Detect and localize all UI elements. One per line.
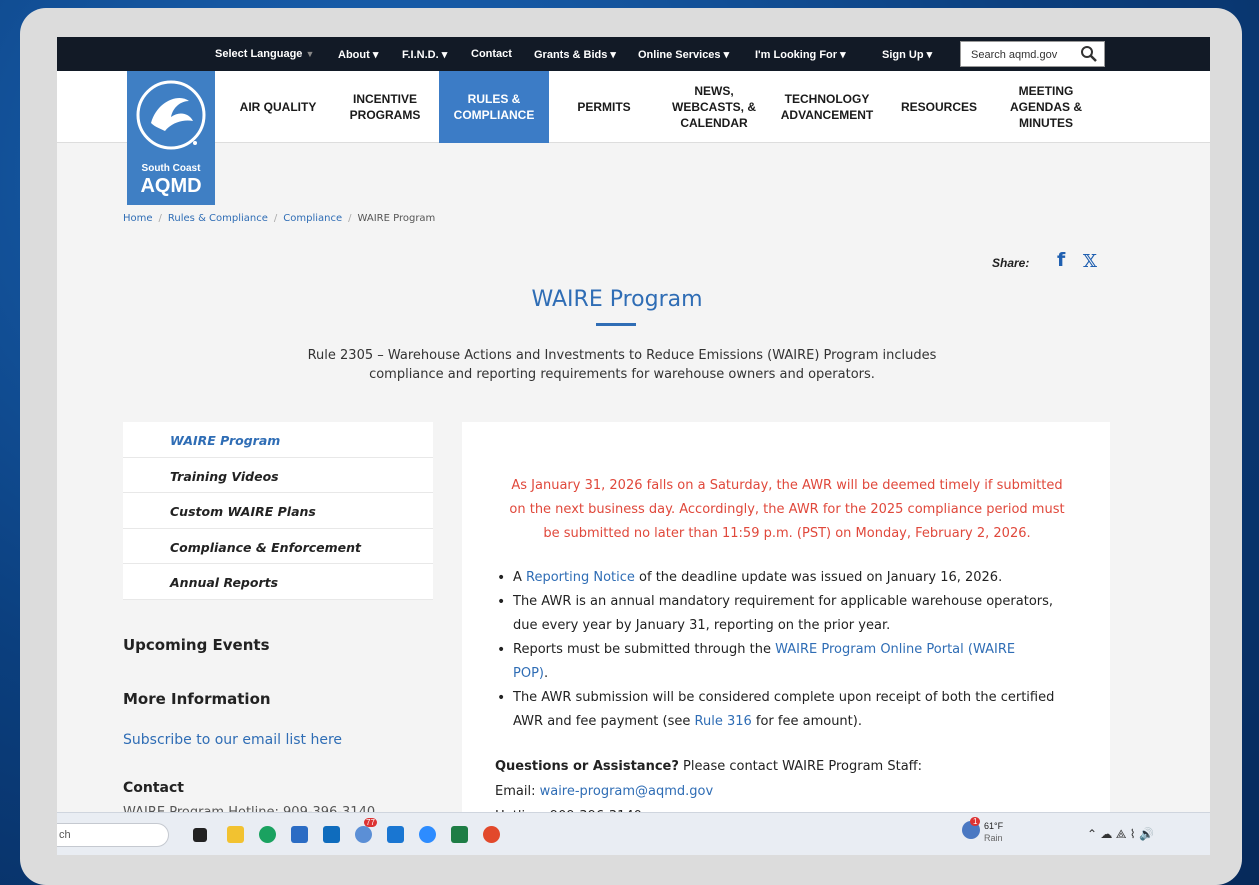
looking-for-menu[interactable]: I'm Looking For ▾: [755, 48, 846, 61]
nav-technology-advancement[interactable]: TECHNOLOGY ADVANCEMENT: [769, 71, 885, 143]
page-intro: Rule 2305 – Warehouse Actions and Invest…: [307, 348, 937, 382]
list-item: The AWR submission will be considered co…: [495, 686, 1085, 734]
info-bullet-list: A Reporting Notice of the deadline updat…: [495, 566, 1085, 734]
notification-badge: 77: [364, 818, 377, 827]
nav-resources[interactable]: RESOURCES: [889, 71, 989, 143]
edge-browser-icon[interactable]: [259, 826, 276, 843]
weather-temperature: 61°F: [984, 821, 1004, 831]
breadcrumb-home[interactable]: Home: [123, 213, 153, 224]
page-title: WAIRE Program: [531, 287, 703, 312]
reporting-notice-link[interactable]: Reporting Notice: [526, 570, 635, 585]
store-icon[interactable]: [291, 826, 308, 843]
nav-air-quality[interactable]: AIR QUALITY: [223, 71, 333, 143]
nav-news-webcasts-calendar[interactable]: NEWS, WEBCASTS, & CALENDAR: [659, 71, 769, 143]
side-item-compliance-enforcement[interactable]: Compliance & Enforcement: [123, 529, 433, 564]
share-label: Share:: [992, 256, 1030, 270]
chrome-icon[interactable]: [483, 826, 500, 843]
breadcrumb: Home / Rules & Compliance / Compliance / WAIRE…: [123, 213, 436, 224]
nav-incentive-programs[interactable]: INCENTIVE PROGRAMS: [333, 71, 437, 143]
task-view-icon[interactable]: [193, 828, 207, 842]
side-item-waire-program[interactable]: WAIRE Program: [123, 422, 433, 458]
taskbar-search-input[interactable]: ch: [57, 823, 169, 847]
search-icon[interactable]: [1080, 45, 1098, 63]
aqmd-logo[interactable]: South Coast AQMD: [127, 71, 215, 205]
select-language-menu[interactable]: Select Language ▼: [215, 48, 314, 60]
bird-emblem-icon: [136, 80, 206, 150]
weather-alert-badge: 1: [970, 817, 981, 826]
more-information-heading: More Information: [123, 690, 271, 708]
site-search-input[interactable]: Search aqmd.gov: [960, 41, 1105, 67]
browser-viewport: Select Language ▼ About ▾ F.I.N.D. ▾ Con…: [57, 37, 1210, 855]
weather-condition: Rain: [984, 833, 1003, 843]
list-item: A Reporting Notice of the deadline updat…: [495, 566, 1085, 590]
facebook-icon[interactable]: f: [1057, 249, 1065, 271]
side-item-training-videos[interactable]: Training Videos: [123, 458, 433, 493]
email-link[interactable]: waire-program@aqmd.gov: [540, 784, 714, 799]
sign-up-menu[interactable]: Sign Up ▾: [882, 48, 932, 61]
side-item-custom-waire-plans[interactable]: Custom WAIRE Plans: [123, 493, 433, 529]
nav-meeting-agendas-minutes[interactable]: MEETING AGENDAS & MINUTES: [991, 71, 1101, 143]
list-item: Reports must be submitted through the WA…: [495, 638, 1085, 686]
system-tray-icons[interactable]: ⌃ ☁ ⟁ ⌇ 🔊: [1087, 827, 1154, 842]
logo-text-south-coast: South Coast: [141, 163, 201, 174]
find-menu[interactable]: F.I.N.D. ▾: [402, 48, 447, 61]
side-menu: WAIRE Program Training Videos Custom WAI…: [123, 422, 433, 600]
breadcrumb-rules-compliance[interactable]: Rules & Compliance: [168, 213, 268, 224]
x-twitter-icon[interactable]: 𝕏: [1083, 251, 1097, 272]
outlook-icon[interactable]: [323, 826, 340, 843]
main-navigation: AIR QUALITY INCENTIVE PROGRAMS RULES & COM…: [57, 71, 1210, 143]
subscribe-email-link[interactable]: Subscribe to our email list here: [123, 732, 342, 748]
list-item: The AWR is an annual mandatory requireme…: [495, 590, 1085, 638]
online-services-menu[interactable]: Online Services ▾: [638, 48, 729, 61]
utility-bar: Select Language ▼ About ▾ F.I.N.D. ▾ Con…: [57, 37, 1210, 71]
logo-text-aqmd: AQMD: [140, 175, 202, 197]
contact-heading: Contact: [123, 780, 184, 796]
nav-permits[interactable]: PERMITS: [549, 71, 659, 143]
about-menu[interactable]: About ▾: [338, 48, 378, 61]
deadline-notice: As January 31, 2026 falls on a Saturday,…: [509, 478, 1065, 541]
title-underline: [596, 323, 636, 326]
waire-pop-link[interactable]: WAIRE Program Online Portal (WAIRE: [775, 642, 1015, 657]
breadcrumb-compliance[interactable]: Compliance: [283, 213, 342, 224]
nav-rules-compliance[interactable]: RULES & COMPLIANCE: [439, 71, 549, 143]
zoom-icon[interactable]: [419, 826, 436, 843]
mail-icon[interactable]: [387, 826, 404, 843]
chat-icon[interactable]: 77: [355, 818, 377, 843]
contact-link[interactable]: Contact: [471, 48, 512, 60]
grants-bids-menu[interactable]: Grants & Bids ▾: [534, 48, 616, 61]
content-panel: As January 31, 2026 falls on a Saturday,…: [462, 422, 1110, 855]
windows-taskbar: ch 77 1 61°F Rain ⌃ ☁ ⟁ ⌇ 🔊: [57, 812, 1210, 855]
upcoming-events-heading: Upcoming Events: [123, 636, 270, 654]
file-explorer-icon[interactable]: [227, 826, 244, 843]
waire-pop-link-cont[interactable]: POP): [513, 666, 544, 681]
rule-316-link[interactable]: Rule 316: [695, 714, 752, 729]
excel-icon[interactable]: [451, 826, 468, 843]
breadcrumb-current: WAIRE Program: [357, 213, 436, 224]
side-item-annual-reports[interactable]: Annual Reports: [123, 564, 433, 600]
